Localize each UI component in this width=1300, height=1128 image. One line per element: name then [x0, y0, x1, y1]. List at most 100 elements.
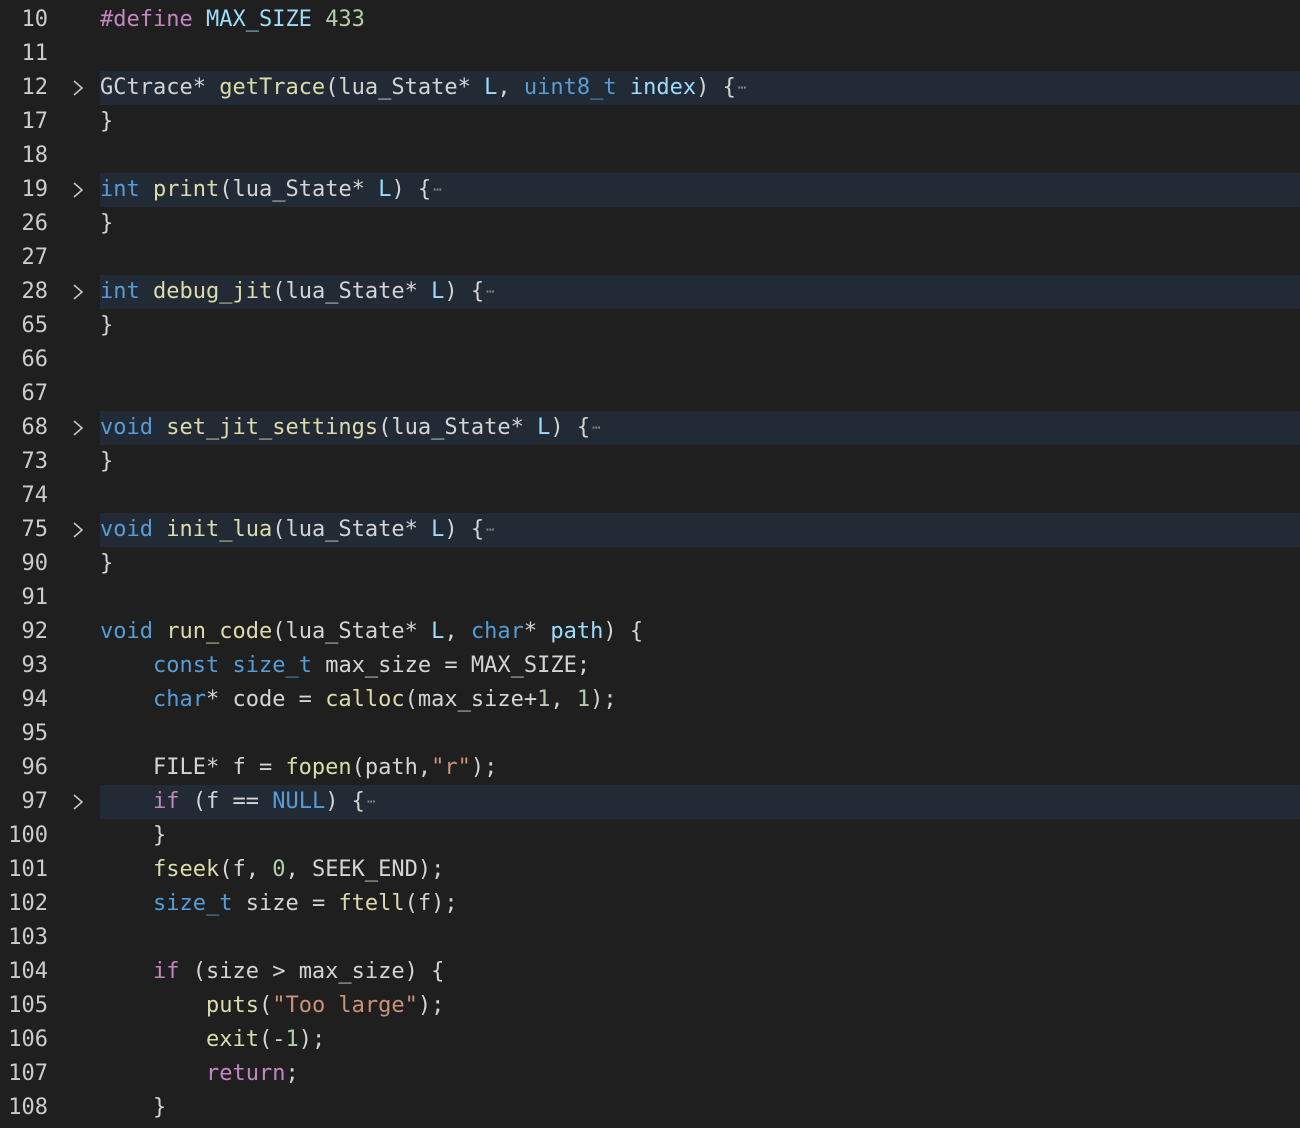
code-text[interactable]: [100, 37, 1300, 71]
code-line[interactable]: 100 }: [0, 819, 1300, 853]
folded-region-ellipsis[interactable]: ⋯: [592, 420, 601, 436]
line-number: 19: [21, 177, 49, 202]
code-line[interactable]: 12 GCtrace* getTrace(lua_State* L, uint8_…: [0, 71, 1300, 105]
code-text[interactable]: void set_jit_settings(lua_State* L) {⋯: [100, 411, 1300, 445]
code-line[interactable]: 90}: [0, 547, 1300, 581]
code-line[interactable]: 92 void run_code(lua_State* L, char* path…: [0, 615, 1300, 649]
code-line[interactable]: 73}: [0, 445, 1300, 479]
code-line[interactable]: 97 if (f == NULL) {⋯: [0, 785, 1300, 819]
code-text[interactable]: puts("Too large");: [100, 989, 1300, 1023]
code-line[interactable]: 101 fseek(f, 0, SEEK_END);: [0, 853, 1300, 887]
code-line[interactable]: 17}: [0, 105, 1300, 139]
code-text[interactable]: }: [100, 547, 1300, 581]
code-editor[interactable]: 10 #define MAX_SIZE 433 11 12 GCtrace* getTr…: [0, 0, 1300, 1128]
code-text[interactable]: }: [100, 1091, 1300, 1125]
code-text[interactable]: size_t size = ftell(f);: [100, 887, 1300, 921]
code-text[interactable]: [100, 241, 1300, 275]
code-line[interactable]: 65}: [0, 309, 1300, 343]
code-line[interactable]: 26}: [0, 207, 1300, 241]
code-text[interactable]: }: [100, 105, 1300, 139]
code-line[interactable]: 93 const size_t max_size = MAX_SIZE;: [0, 649, 1300, 683]
code-line[interactable]: 75 void init_lua(lua_State* L) {⋯: [0, 513, 1300, 547]
code-line[interactable]: 68 void set_jit_settings(lua_State* L) {⋯: [0, 411, 1300, 445]
chevron-right-icon[interactable]: [66, 785, 90, 819]
code-text[interactable]: char* code = calloc(max_size+1, 1);: [100, 683, 1300, 717]
line-number: 73: [21, 449, 49, 474]
line-number: 27: [21, 245, 49, 270]
code-text[interactable]: }: [100, 819, 1300, 853]
code-text[interactable]: int debug_jit(lua_State* L) {⋯: [100, 275, 1300, 309]
chevron-right-icon[interactable]: [66, 411, 90, 445]
chevron-right-icon[interactable]: [66, 71, 90, 105]
code-text[interactable]: exit(-1);: [100, 1023, 1300, 1057]
code-text[interactable]: GCtrace* getTrace(lua_State* L, uint8_t …: [100, 71, 1300, 105]
code-line[interactable]: 108 }: [0, 1091, 1300, 1125]
folded-region-ellipsis[interactable]: ⋯: [486, 522, 495, 538]
code-text[interactable]: #define MAX_SIZE 433: [100, 3, 1300, 37]
code-text[interactable]: [100, 377, 1300, 411]
code-text[interactable]: [100, 343, 1300, 377]
code-token: ) {: [325, 789, 365, 814]
code-text[interactable]: if (size > max_size) {: [100, 955, 1300, 989]
code-line[interactable]: 102 size_t size = ftell(f);: [0, 887, 1300, 921]
code-line[interactable]: 28 int debug_jit(lua_State* L) {⋯: [0, 275, 1300, 309]
code-text[interactable]: [100, 479, 1300, 513]
code-line[interactable]: 107 return;: [0, 1057, 1300, 1091]
code-token: ,: [550, 687, 577, 712]
code-line[interactable]: 27: [0, 241, 1300, 275]
code-line[interactable]: 19 int print(lua_State* L) {⋯: [0, 173, 1300, 207]
code-token: (max_size+: [404, 687, 538, 712]
code-token: const: [152, 653, 220, 678]
code-token: L: [378, 177, 392, 202]
code-line[interactable]: 11: [0, 37, 1300, 71]
code-token: (size > max_size) {: [179, 959, 445, 984]
code-token: (lua_State*: [272, 517, 432, 542]
chevron-right-icon[interactable]: [66, 513, 90, 547]
code-text[interactable]: [100, 139, 1300, 173]
folded-region-ellipsis[interactable]: ⋯: [486, 284, 495, 300]
code-text[interactable]: void run_code(lua_State* L, char* path) …: [100, 615, 1300, 649]
code-text[interactable]: }: [100, 445, 1300, 479]
code-text[interactable]: FILE* f = fopen(path,"r");: [100, 751, 1300, 785]
code-line[interactable]: 18: [0, 139, 1300, 173]
code-line[interactable]: 103: [0, 921, 1300, 955]
code-line[interactable]: 96 FILE* f = fopen(path,"r");: [0, 751, 1300, 785]
code-line[interactable]: 94 char* code = calloc(max_size+1, 1);: [0, 683, 1300, 717]
code-line[interactable]: 10 #define MAX_SIZE 433: [0, 3, 1300, 37]
folded-region-ellipsis[interactable]: ⋯: [433, 182, 442, 198]
code-text[interactable]: }: [100, 309, 1300, 343]
line-number: 66: [21, 347, 49, 372]
code-text[interactable]: [100, 921, 1300, 955]
code-line[interactable]: 74: [0, 479, 1300, 513]
code-line[interactable]: 67: [0, 377, 1300, 411]
code-token: ) {: [696, 75, 736, 100]
code-line[interactable]: 105 puts("Too large");: [0, 989, 1300, 1023]
code-line[interactable]: 66: [0, 343, 1300, 377]
code-text[interactable]: int print(lua_State* L) {⋯: [100, 173, 1300, 207]
code-token: ) {: [603, 619, 644, 644]
folded-region-ellipsis[interactable]: ⋯: [367, 794, 376, 810]
code-text[interactable]: [100, 581, 1300, 615]
code-text[interactable]: if (f == NULL) {⋯: [100, 785, 1300, 819]
code-token: (lua_State*: [272, 279, 432, 304]
chevron-right-icon[interactable]: [66, 173, 90, 207]
code-text[interactable]: const size_t max_size = MAX_SIZE;: [100, 649, 1300, 683]
code-line[interactable]: 95: [0, 717, 1300, 751]
folded-region-ellipsis[interactable]: ⋯: [738, 80, 747, 96]
code-token: #define: [100, 7, 193, 32]
code-line[interactable]: 104 if (size > max_size) {: [0, 955, 1300, 989]
code-line[interactable]: 91: [0, 581, 1300, 615]
code-token: (lua_State*: [325, 75, 485, 100]
code-text[interactable]: }: [100, 207, 1300, 241]
code-text[interactable]: [100, 717, 1300, 751]
code-token: }: [100, 823, 167, 848]
code-token: ;: [285, 1061, 299, 1086]
code-text[interactable]: fseek(f, 0, SEEK_END);: [100, 853, 1300, 887]
chevron-right-icon[interactable]: [66, 275, 90, 309]
code-text[interactable]: return;: [100, 1057, 1300, 1091]
code-text[interactable]: void init_lua(lua_State* L) {⋯: [100, 513, 1300, 547]
code-line[interactable]: 106 exit(-1);: [0, 1023, 1300, 1057]
